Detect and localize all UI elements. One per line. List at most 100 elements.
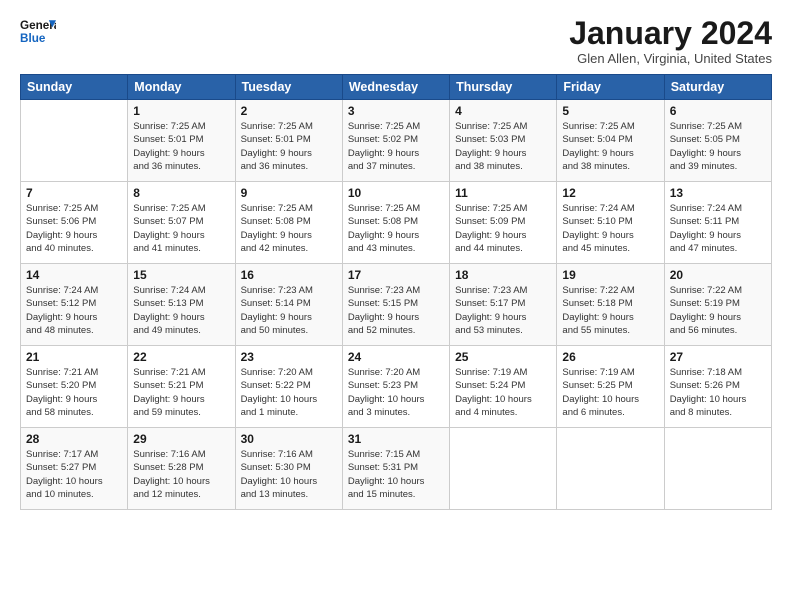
- header: General Blue January 2024 Glen Allen, Vi…: [20, 16, 772, 66]
- table-row: 22 Sunrise: 7:21 AM Sunset: 5:21 PM Dayli…: [128, 346, 235, 428]
- col-friday: Friday: [557, 75, 664, 100]
- table-row: 26Sunrise: 7:19 AM Sunset: 5:25 PM Dayli…: [557, 346, 664, 428]
- day-info: Sunrise: 7:19 AM Sunset: 5:25 PM Dayligh…: [562, 366, 658, 419]
- table-row: 20 Sunrise: 7:22 AM Sunset: 5:19 PM Dayli…: [664, 264, 771, 346]
- day-info: Sunrise: 7:25 AM Sunset: 5:07 PM Dayligh…: [133, 202, 229, 255]
- table-row: 24 Sunrise: 7:20 AM Sunset: 5:23 PM Dayli…: [342, 346, 449, 428]
- day-number: 16: [241, 268, 337, 282]
- day-number: 6: [670, 104, 766, 118]
- day-number: 17: [348, 268, 444, 282]
- table-row: 28 Sunrise: 7:17 AM Sunset: 5:27 PM Dayli…: [21, 428, 128, 510]
- col-thursday: Thursday: [450, 75, 557, 100]
- day-info: Sunrise: 7:25 AM Sunset: 5:02 PM Dayligh…: [348, 120, 444, 173]
- day-number: 5: [562, 104, 658, 118]
- day-info: Sunrise: 7:16 AM Sunset: 5:28 PM Dayligh…: [133, 448, 229, 501]
- day-number: 14: [26, 268, 122, 282]
- week-row-2: 14 Sunrise: 7:24 AM Sunset: 5:12 PM Dayli…: [21, 264, 772, 346]
- table-row: 11 Sunrise: 7:25 AM Sunset: 5:09 PM Dayli…: [450, 182, 557, 264]
- day-info: Sunrise: 7:22 AM Sunset: 5:18 PM Dayligh…: [562, 284, 658, 337]
- table-row: 19 Sunrise: 7:22 AM Sunset: 5:18 PM Dayli…: [557, 264, 664, 346]
- day-info: Sunrise: 7:25 AM Sunset: 5:01 PM Dayligh…: [241, 120, 337, 173]
- day-info: Sunrise: 7:25 AM Sunset: 5:09 PM Dayligh…: [455, 202, 551, 255]
- table-row: 17 Sunrise: 7:23 AM Sunset: 5:15 PM Dayli…: [342, 264, 449, 346]
- day-number: 4: [455, 104, 551, 118]
- location: Glen Allen, Virginia, United States: [569, 51, 772, 66]
- day-number: 18: [455, 268, 551, 282]
- day-info: Sunrise: 7:24 AM Sunset: 5:12 PM Dayligh…: [26, 284, 122, 337]
- day-info: Sunrise: 7:25 AM Sunset: 5:06 PM Dayligh…: [26, 202, 122, 255]
- day-info: Sunrise: 7:17 AM Sunset: 5:27 PM Dayligh…: [26, 448, 122, 501]
- week-row-3: 21Sunrise: 7:21 AM Sunset: 5:20 PM Dayli…: [21, 346, 772, 428]
- table-row: [21, 100, 128, 182]
- table-row: 21Sunrise: 7:21 AM Sunset: 5:20 PM Dayli…: [21, 346, 128, 428]
- day-number: 10: [348, 186, 444, 200]
- month-title: January 2024: [569, 16, 772, 51]
- day-number: 9: [241, 186, 337, 200]
- table-row: 15Sunrise: 7:24 AM Sunset: 5:13 PM Dayli…: [128, 264, 235, 346]
- table-row: 8Sunrise: 7:25 AM Sunset: 5:07 PM Daylig…: [128, 182, 235, 264]
- week-row-4: 28 Sunrise: 7:17 AM Sunset: 5:27 PM Dayli…: [21, 428, 772, 510]
- table-row: 18Sunrise: 7:23 AM Sunset: 5:17 PM Dayli…: [450, 264, 557, 346]
- table-row: 2Sunrise: 7:25 AM Sunset: 5:01 PM Daylig…: [235, 100, 342, 182]
- day-number: 12: [562, 186, 658, 200]
- day-number: 7: [26, 186, 122, 200]
- day-number: 11: [455, 186, 551, 200]
- table-row: 5 Sunrise: 7:25 AM Sunset: 5:04 PM Daylig…: [557, 100, 664, 182]
- week-row-1: 7 Sunrise: 7:25 AM Sunset: 5:06 PM Daylig…: [21, 182, 772, 264]
- table-row: [664, 428, 771, 510]
- calendar-table: Sunday Monday Tuesday Wednesday Thursday…: [20, 74, 772, 510]
- col-monday: Monday: [128, 75, 235, 100]
- table-row: 16 Sunrise: 7:23 AM Sunset: 5:14 PM Dayli…: [235, 264, 342, 346]
- day-number: 25: [455, 350, 551, 364]
- day-number: 19: [562, 268, 658, 282]
- day-info: Sunrise: 7:25 AM Sunset: 5:04 PM Dayligh…: [562, 120, 658, 173]
- day-number: 22: [133, 350, 229, 364]
- day-number: 15: [133, 268, 229, 282]
- day-info: Sunrise: 7:24 AM Sunset: 5:10 PM Dayligh…: [562, 202, 658, 255]
- day-info: Sunrise: 7:23 AM Sunset: 5:15 PM Dayligh…: [348, 284, 444, 337]
- day-number: 21: [26, 350, 122, 364]
- table-row: 13Sunrise: 7:24 AM Sunset: 5:11 PM Dayli…: [664, 182, 771, 264]
- day-number: 30: [241, 432, 337, 446]
- day-info: Sunrise: 7:23 AM Sunset: 5:14 PM Dayligh…: [241, 284, 337, 337]
- table-row: 10 Sunrise: 7:25 AM Sunset: 5:08 PM Dayli…: [342, 182, 449, 264]
- day-info: Sunrise: 7:25 AM Sunset: 5:01 PM Dayligh…: [133, 120, 229, 173]
- logo: General Blue: [20, 16, 56, 46]
- day-info: Sunrise: 7:21 AM Sunset: 5:21 PM Dayligh…: [133, 366, 229, 419]
- day-info: Sunrise: 7:25 AM Sunset: 5:08 PM Dayligh…: [241, 202, 337, 255]
- table-row: 23Sunrise: 7:20 AM Sunset: 5:22 PM Dayli…: [235, 346, 342, 428]
- svg-text:Blue: Blue: [20, 32, 46, 45]
- table-row: 3 Sunrise: 7:25 AM Sunset: 5:02 PM Daylig…: [342, 100, 449, 182]
- table-row: 25Sunrise: 7:19 AM Sunset: 5:24 PM Dayli…: [450, 346, 557, 428]
- col-tuesday: Tuesday: [235, 75, 342, 100]
- day-number: 20: [670, 268, 766, 282]
- day-info: Sunrise: 7:20 AM Sunset: 5:23 PM Dayligh…: [348, 366, 444, 419]
- day-info: Sunrise: 7:25 AM Sunset: 5:05 PM Dayligh…: [670, 120, 766, 173]
- day-info: Sunrise: 7:22 AM Sunset: 5:19 PM Dayligh…: [670, 284, 766, 337]
- day-number: 27: [670, 350, 766, 364]
- day-number: 23: [241, 350, 337, 364]
- day-info: Sunrise: 7:24 AM Sunset: 5:11 PM Dayligh…: [670, 202, 766, 255]
- week-row-0: 1 Sunrise: 7:25 AM Sunset: 5:01 PM Daylig…: [21, 100, 772, 182]
- day-info: Sunrise: 7:25 AM Sunset: 5:08 PM Dayligh…: [348, 202, 444, 255]
- table-row: 27 Sunrise: 7:18 AM Sunset: 5:26 PM Dayli…: [664, 346, 771, 428]
- day-number: 1: [133, 104, 229, 118]
- day-number: 24: [348, 350, 444, 364]
- day-info: Sunrise: 7:15 AM Sunset: 5:31 PM Dayligh…: [348, 448, 444, 501]
- day-number: 31: [348, 432, 444, 446]
- day-info: Sunrise: 7:16 AM Sunset: 5:30 PM Dayligh…: [241, 448, 337, 501]
- day-number: 28: [26, 432, 122, 446]
- table-row: [557, 428, 664, 510]
- table-row: 6 Sunrise: 7:25 AM Sunset: 5:05 PM Daylig…: [664, 100, 771, 182]
- table-row: 29Sunrise: 7:16 AM Sunset: 5:28 PM Dayli…: [128, 428, 235, 510]
- table-row: 30 Sunrise: 7:16 AM Sunset: 5:30 PM Dayli…: [235, 428, 342, 510]
- col-saturday: Saturday: [664, 75, 771, 100]
- day-info: Sunrise: 7:18 AM Sunset: 5:26 PM Dayligh…: [670, 366, 766, 419]
- page: General Blue January 2024 Glen Allen, Vi…: [0, 0, 792, 612]
- table-row: 9 Sunrise: 7:25 AM Sunset: 5:08 PM Daylig…: [235, 182, 342, 264]
- day-number: 3: [348, 104, 444, 118]
- table-row: 14 Sunrise: 7:24 AM Sunset: 5:12 PM Dayli…: [21, 264, 128, 346]
- table-row: 4Sunrise: 7:25 AM Sunset: 5:03 PM Daylig…: [450, 100, 557, 182]
- col-sunday: Sunday: [21, 75, 128, 100]
- title-area: January 2024 Glen Allen, Virginia, Unite…: [569, 16, 772, 66]
